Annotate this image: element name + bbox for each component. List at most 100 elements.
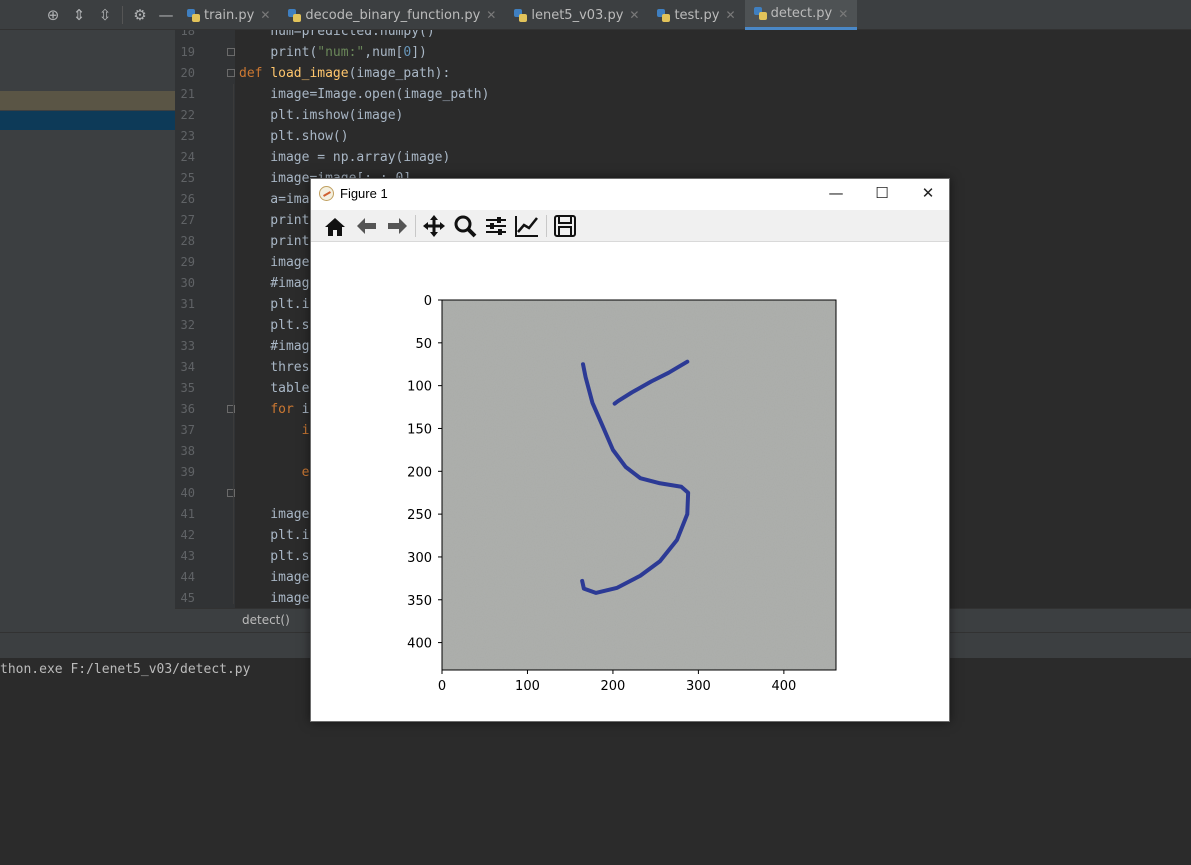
code-text: plt.i (239, 297, 310, 312)
close-tab-icon[interactable]: ✕ (726, 8, 736, 22)
x-tick-label: 0 (438, 679, 446, 694)
y-tick-label: 350 (407, 594, 432, 609)
line-number: 37 (180, 423, 195, 437)
line-number: 35 (180, 381, 195, 395)
tab-label: lenet5_v03.py (531, 7, 624, 23)
project-panel (0, 30, 175, 632)
code-line[interactable]: 18 num=predicted.numpy() (175, 30, 1191, 42)
code-text: image (239, 507, 310, 522)
window-maximize-button[interactable]: ☐ (859, 179, 905, 209)
breadcrumb-function[interactable]: detect() (242, 613, 290, 627)
line-number: 38 (180, 444, 195, 458)
code-text: #imag (239, 339, 310, 354)
toolbar-divider (122, 6, 123, 24)
project-toolbar: ⊕ ⇕ ⇳ ⚙ — (40, 0, 179, 30)
tab-label: test.py (674, 7, 720, 23)
line-number: 23 (180, 129, 195, 143)
y-tick-label: 50 (415, 337, 432, 352)
figure-title-bar[interactable]: Figure 1 — ☐ ✕ (311, 179, 949, 209)
paper-texture (442, 300, 836, 670)
line-number: 43 (180, 549, 195, 563)
expand-all-icon[interactable]: ⇕ (66, 6, 92, 24)
subplots-config-icon[interactable] (482, 213, 510, 239)
console-output: thon.exe F:/lenet5_v03/detect.py (0, 662, 251, 677)
figure-window: Figure 1 — ☐ ✕ 0 100 200 300 400 0 50 10… (310, 178, 950, 722)
tab-label: train.py (204, 7, 255, 23)
code-text: e (301, 465, 310, 480)
code-text: plt.s (239, 549, 310, 564)
close-tab-icon[interactable]: ✕ (838, 7, 848, 21)
window-close-button[interactable]: ✕ (905, 179, 951, 209)
forward-arrow-icon[interactable] (383, 213, 411, 239)
y-tick-label: 400 (407, 637, 432, 652)
tab-detect-py[interactable]: detect.py ✕ (744, 0, 858, 30)
code-line[interactable]: 19 print("num:",num[0]) (175, 42, 1191, 63)
home-icon[interactable] (321, 213, 349, 239)
close-tab-icon[interactable]: ✕ (629, 8, 639, 22)
code-line[interactable]: 20 def load_image(image_path): (175, 63, 1191, 84)
line-number: 29 (180, 255, 195, 269)
python-file-icon (753, 7, 767, 20)
editor-tab-bar: ⊕ ⇕ ⇳ ⚙ — train.py ✕ decode_binary_functio… (0, 0, 1191, 30)
gear-icon[interactable]: ⚙ (127, 6, 153, 24)
line-number: 39 (180, 465, 195, 479)
line-number: 36 (180, 402, 195, 416)
project-tree-row-selected[interactable] (0, 111, 175, 130)
figure-toolbar (311, 210, 949, 242)
tab-label: detect.py (770, 6, 833, 21)
code-text: image=Image.open(image_path) (239, 87, 490, 102)
tab-test-py[interactable]: test.py ✕ (648, 0, 744, 30)
window-minimize-button[interactable]: — (813, 179, 859, 209)
zoom-icon[interactable] (451, 213, 479, 239)
code-line[interactable]: 24 image = np.array(image) (175, 147, 1191, 168)
tab-lenet5-v03-py[interactable]: lenet5_v03.py ✕ (505, 0, 648, 30)
close-tab-icon[interactable]: ✕ (260, 8, 270, 22)
save-icon[interactable] (551, 213, 579, 239)
edit-axes-icon[interactable] (513, 213, 541, 239)
y-tick-label: 0 (424, 294, 432, 309)
line-number: 34 (180, 360, 195, 374)
figure-title: Figure 1 (340, 186, 388, 201)
y-tick-label: 300 (407, 551, 432, 566)
code-text: plt.s (239, 318, 310, 333)
python-file-icon (657, 8, 671, 22)
code-text: image (239, 255, 310, 270)
tab-label: decode_binary_function.py (305, 7, 481, 23)
tab-train-py[interactable]: train.py ✕ (178, 0, 279, 30)
pan-icon[interactable] (420, 213, 448, 239)
code-line[interactable]: 21 image=Image.open(image_path) (175, 84, 1191, 105)
line-number: 31 (180, 297, 195, 311)
line-number: 18 (180, 30, 195, 38)
code-text: plt.imshow(image) (239, 108, 404, 123)
line-number: 41 (180, 507, 195, 521)
line-number: 28 (180, 234, 195, 248)
project-tree-row-highlight[interactable] (0, 91, 175, 110)
line-number: 26 (180, 192, 195, 206)
minimize-icon[interactable]: — (153, 6, 179, 24)
collapse-all-icon[interactable]: ⇳ (92, 6, 118, 24)
x-tick-label: 200 (601, 679, 626, 694)
code-text: plt.i (239, 528, 310, 543)
python-file-icon (514, 8, 528, 22)
line-number: 32 (180, 318, 195, 332)
close-tab-icon[interactable]: ✕ (486, 8, 496, 22)
code-text: num=predicted.numpy() (270, 30, 435, 39)
fold-marker-icon[interactable] (227, 48, 235, 56)
target-icon[interactable]: ⊕ (40, 6, 66, 24)
y-tick-label: 200 (407, 465, 432, 480)
line-number: 20 (180, 66, 195, 80)
code-text: image = np.array(image) (239, 150, 451, 165)
x-tick-label: 400 (771, 679, 796, 694)
code-text: plt.show() (239, 129, 349, 144)
line-number: 42 (180, 528, 195, 542)
code-line[interactable]: 23 plt.show() (175, 126, 1191, 147)
line-number: 45 (180, 591, 195, 605)
back-arrow-icon[interactable] (353, 213, 381, 239)
tab-decode-binary-function-py[interactable]: decode_binary_function.py ✕ (279, 0, 505, 30)
x-tick-label: 100 (515, 679, 540, 694)
fold-marker-icon[interactable] (227, 69, 235, 77)
line-number: 19 (180, 45, 195, 59)
plot-canvas[interactable]: 0 100 200 300 400 0 50 100 150 200 250 300 350 400 (311, 243, 949, 721)
code-line[interactable]: 22 plt.imshow(image) (175, 105, 1191, 126)
code-text: image (239, 591, 310, 606)
